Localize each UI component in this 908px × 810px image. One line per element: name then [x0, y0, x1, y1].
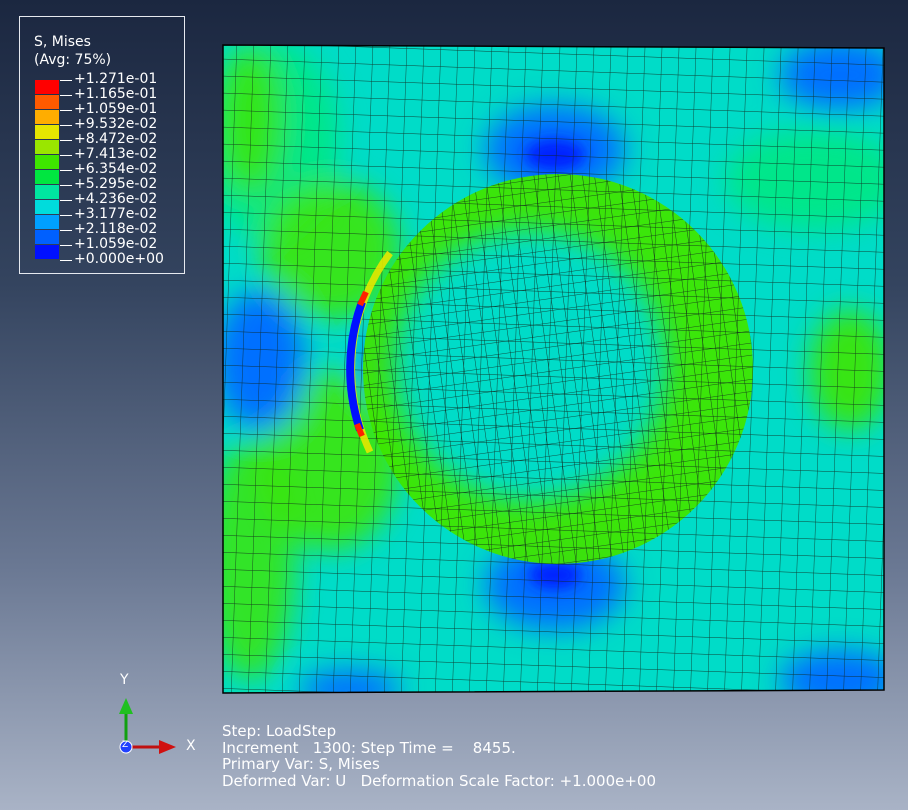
step-info-block: Step: LoadStep Increment 1300: Step Time… — [222, 723, 656, 789]
step-line: Step: LoadStep — [222, 722, 337, 740]
y-axis-arrowhead — [119, 698, 133, 714]
mesh-grid — [223, 45, 884, 693]
x-axis-label: X — [186, 738, 196, 754]
increment-line: Increment 1300: Step Time = 8455. — [222, 738, 516, 757]
y-axis-label: Y — [120, 672, 129, 688]
x-axis-arrowhead — [159, 740, 176, 754]
triad-axes — [119, 698, 176, 754]
coordinate-triad: Y X Z — [100, 670, 200, 765]
deformed-plate — [223, 45, 884, 693]
primary-var-line: Primary Var: S, Mises — [222, 755, 380, 773]
z-axis-label: Z — [122, 740, 129, 750]
deformed-var-line: Deformed Var: U Deformation Scale Factor… — [222, 771, 657, 790]
